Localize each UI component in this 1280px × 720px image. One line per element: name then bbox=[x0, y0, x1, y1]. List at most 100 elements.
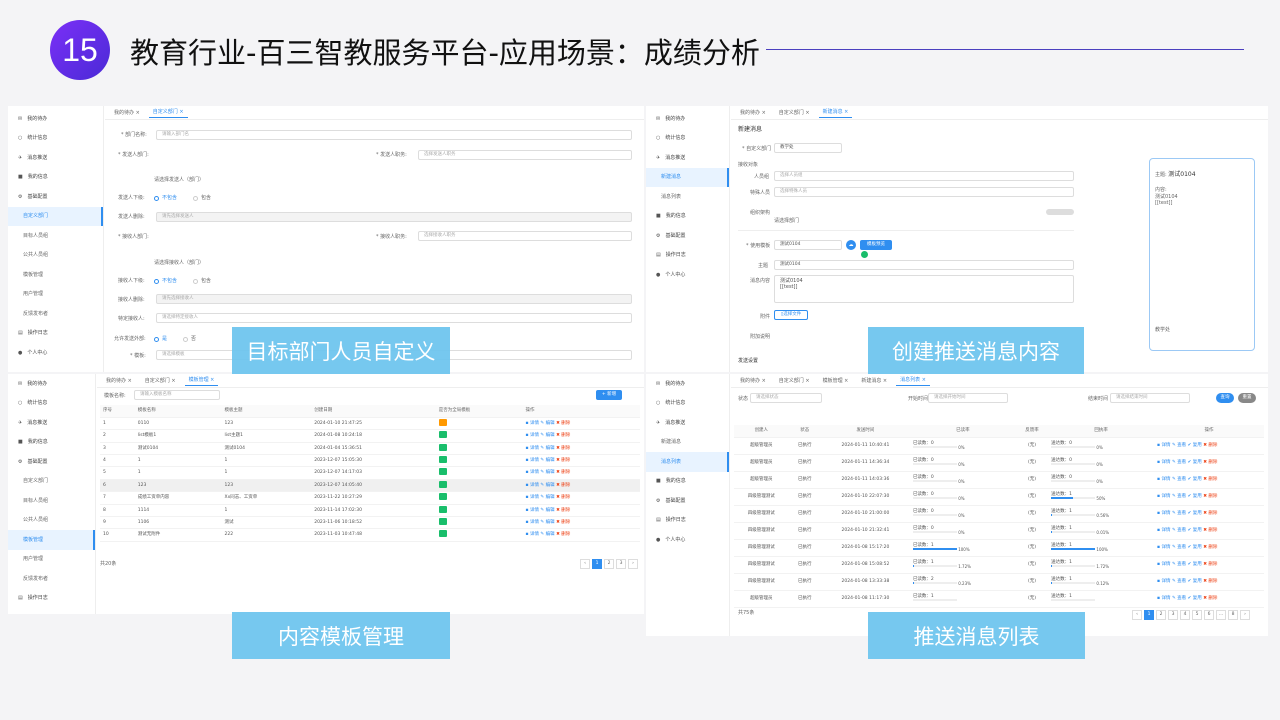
page-button[interactable]: 4 bbox=[1180, 610, 1190, 620]
delete-action[interactable]: ✖ 删除 bbox=[1203, 477, 1217, 482]
page-button[interactable]: 2 bbox=[604, 559, 614, 569]
edit-actions[interactable]: ▪ 详情 ✎ 编辑 bbox=[526, 483, 557, 488]
row-actions[interactable]: ▪ 详情 ✎ 编辑 ✖ 删除 bbox=[522, 528, 640, 542]
sidebar-item[interactable]: ✈ 消息推送 bbox=[646, 413, 729, 433]
content-textarea[interactable]: 测试0104 [[test]] bbox=[774, 275, 1074, 303]
sidebar-item[interactable]: ■ 我的信息 bbox=[646, 207, 729, 227]
row-actions[interactable]: ▪ 详情 ✎ 编辑 ✖ 删除 bbox=[522, 491, 640, 505]
sender-hint[interactable]: 请选择发送人（部门） bbox=[154, 177, 204, 183]
sidebar-item[interactable]: ○ 统计信息 bbox=[8, 129, 103, 149]
reset-button[interactable]: 重置 bbox=[1238, 393, 1256, 403]
delete-action[interactable]: ✖ 删除 bbox=[556, 532, 570, 537]
action-links[interactable]: ▪ 详情 ✎ 查看 ✔ 复用 bbox=[1157, 443, 1203, 448]
dept-name-input[interactable]: 请输入部门名 bbox=[156, 130, 632, 140]
tab[interactable]: 自定义部门 × bbox=[775, 376, 814, 386]
sidebar-item[interactable]: ■ 我的信息 bbox=[646, 472, 729, 492]
delete-action[interactable]: ✖ 删除 bbox=[556, 495, 570, 500]
sidebar-item[interactable]: ✉ 我的待办 bbox=[8, 374, 95, 394]
row-actions[interactable]: ▪ 详情 ✎ 编辑 ✖ 删除 bbox=[522, 516, 640, 530]
page-button[interactable]: 2 bbox=[1156, 610, 1166, 620]
page-button[interactable]: … bbox=[1216, 610, 1226, 620]
row-actions[interactable]: ▪ 详情 ✎ 编辑 ✖ 删除 bbox=[522, 466, 640, 480]
tab[interactable]: 新建消息 × bbox=[857, 376, 891, 386]
tab[interactable]: 我的待办 × bbox=[110, 108, 144, 118]
sidebar-item[interactable]: ○ 统计信息 bbox=[646, 129, 729, 149]
org-select[interactable]: 请选择部门 bbox=[774, 218, 799, 224]
sidebar-item[interactable]: ▤ 操作日志 bbox=[8, 324, 103, 344]
page-button[interactable]: 3 bbox=[1168, 610, 1178, 620]
action-links[interactable]: ▪ 详情 ✎ 查看 ✔ 复用 bbox=[1157, 562, 1203, 567]
row-actions[interactable]: ▪ 详情 ✎ 编辑 ✖ 删除 bbox=[522, 442, 640, 456]
add-button[interactable]: + 新增 bbox=[596, 390, 622, 400]
delete-action[interactable]: ✖ 删除 bbox=[1203, 443, 1217, 448]
page-button[interactable]: › bbox=[1240, 610, 1250, 620]
row-actions[interactable]: ▪ 详情 ✎ 查看 ✔ 复用 ✖ 删除 bbox=[1154, 471, 1264, 489]
start-time-picker[interactable]: 请选择开始时间 bbox=[928, 393, 1008, 403]
delete-action[interactable]: ✖ 删除 bbox=[556, 458, 570, 463]
tab[interactable]: 我的待办 × bbox=[736, 376, 770, 386]
tab[interactable]: 新建消息 × bbox=[818, 107, 853, 118]
row-actions[interactable]: ▪ 详情 ✎ 查看 ✔ 复用 ✖ 删除 bbox=[1154, 437, 1264, 455]
page-button[interactable]: 1 bbox=[1144, 610, 1154, 620]
sidebar-item[interactable]: 新建消息 bbox=[646, 433, 729, 453]
sidebar-item[interactable]: ●个人中心 bbox=[646, 265, 729, 285]
edit-actions[interactable]: ▪ 详情 ✎ 编辑 bbox=[526, 532, 557, 537]
sidebar-item[interactable]: ⚙ 基础配置 bbox=[8, 187, 103, 207]
page-button[interactable]: ‹ bbox=[1132, 610, 1142, 620]
sidebar-item[interactable]: 消息列表 bbox=[646, 452, 729, 472]
delete-action[interactable]: ✖ 删除 bbox=[1203, 494, 1217, 499]
sidebar-item[interactable]: ○ 统计信息 bbox=[8, 394, 95, 414]
person-group-select[interactable]: 选择人员组 bbox=[774, 171, 1074, 181]
sidebar-item[interactable]: ▤ 操作日志 bbox=[8, 589, 95, 609]
edit-actions[interactable]: ▪ 详情 ✎ 编辑 bbox=[526, 446, 557, 451]
attach-button[interactable]: ▯ 选择文件 bbox=[774, 310, 808, 320]
delete-action[interactable]: ✖ 删除 bbox=[556, 470, 570, 475]
edit-actions[interactable]: ▪ 详情 ✎ 编辑 bbox=[526, 458, 557, 463]
page-button[interactable]: 5 bbox=[1192, 610, 1202, 620]
sidebar-item[interactable]: ○ 统计信息 bbox=[646, 394, 729, 414]
sidebar-item[interactable]: 消息列表 bbox=[646, 187, 729, 207]
recv-sub-radio[interactable]: 不包含 包含 bbox=[154, 278, 211, 284]
delete-action[interactable]: ✖ 删除 bbox=[1203, 460, 1217, 465]
dept-select[interactable]: 教学处 bbox=[774, 143, 842, 153]
sidebar-item[interactable]: ●个人中心 bbox=[8, 343, 103, 363]
row-actions[interactable]: ▪ 详情 ✎ 编辑 ✖ 删除 bbox=[522, 479, 640, 493]
sidebar-item[interactable]: ▤ 操作日志 bbox=[646, 511, 729, 531]
row-actions[interactable]: ▪ 详情 ✎ 查看 ✔ 复用 ✖ 删除 bbox=[1154, 522, 1264, 540]
search-input[interactable]: 请输入模板名称 bbox=[134, 390, 220, 400]
special-person-select[interactable]: 选择特殊人员 bbox=[774, 187, 1074, 197]
action-links[interactable]: ▪ 详情 ✎ 查看 ✔ 复用 bbox=[1157, 596, 1203, 601]
action-links[interactable]: ▪ 详情 ✎ 查看 ✔ 复用 bbox=[1157, 579, 1203, 584]
sender-role-select[interactable]: 选择发送人职务 bbox=[418, 150, 632, 160]
page-button[interactable]: 3 bbox=[616, 559, 626, 569]
delete-action[interactable]: ✖ 删除 bbox=[1203, 511, 1217, 516]
end-time-picker[interactable]: 请选择结束时间 bbox=[1110, 393, 1190, 403]
delete-action[interactable]: ✖ 删除 bbox=[1203, 596, 1217, 601]
row-actions[interactable]: ▪ 详情 ✎ 查看 ✔ 复用 ✖ 删除 bbox=[1154, 539, 1264, 557]
delete-action[interactable]: ✖ 删除 bbox=[1203, 579, 1217, 584]
sidebar-item[interactable]: 新建消息 bbox=[646, 167, 729, 187]
delete-action[interactable]: ✖ 删除 bbox=[556, 421, 570, 426]
action-links[interactable]: ▪ 详情 ✎ 查看 ✔ 复用 bbox=[1157, 494, 1203, 499]
sidebar-item[interactable]: 反馈发布者 bbox=[8, 304, 103, 324]
row-actions[interactable]: ▪ 详情 ✎ 查看 ✔ 复用 ✖ 删除 bbox=[1154, 505, 1264, 523]
delete-action[interactable]: ✖ 删除 bbox=[1203, 562, 1217, 567]
special-recv-select[interactable]: 请选择特定接收人 bbox=[156, 313, 632, 323]
row-actions[interactable]: ▪ 详情 ✎ 编辑 ✖ 删除 bbox=[522, 454, 640, 468]
status-filter-select[interactable]: 请选择状态 bbox=[750, 393, 822, 403]
page-button[interactable]: 6 bbox=[1204, 610, 1214, 620]
org-toggle[interactable] bbox=[1046, 209, 1074, 215]
delete-action[interactable]: ✖ 删除 bbox=[556, 433, 570, 438]
sidebar-item[interactable]: 公共人员组 bbox=[8, 511, 95, 531]
row-actions[interactable]: ▪ 详情 ✎ 编辑 ✖ 删除 bbox=[522, 429, 640, 443]
sidebar-item[interactable]: ⚙ 基础配置 bbox=[8, 452, 95, 472]
sidebar-item[interactable]: ●个人中心 bbox=[8, 608, 95, 614]
edit-actions[interactable]: ▪ 详情 ✎ 编辑 bbox=[526, 470, 557, 475]
sidebar-item[interactable]: 公共人员组 bbox=[8, 246, 103, 266]
edit-actions[interactable]: ▪ 详情 ✎ 编辑 bbox=[526, 433, 557, 438]
sidebar-item[interactable]: ✉ 我的待办 bbox=[646, 109, 729, 129]
recv-del-input[interactable]: 请先选择接收人 bbox=[156, 294, 632, 304]
page-button[interactable]: 8 bbox=[1228, 610, 1238, 620]
sidebar-item[interactable]: ✉ 我的待办 bbox=[8, 109, 103, 129]
row-actions[interactable]: ▪ 详情 ✎ 编辑 ✖ 删除 bbox=[522, 504, 640, 518]
